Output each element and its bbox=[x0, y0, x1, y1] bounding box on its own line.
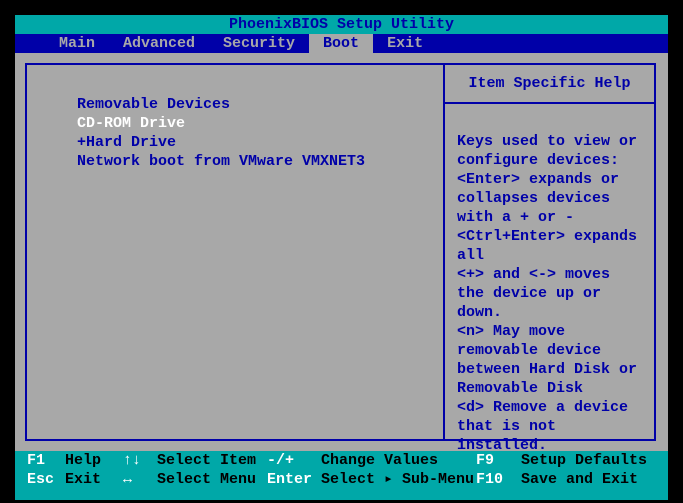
boot-label: Network boot from VMware VMXNET3 bbox=[77, 153, 365, 170]
label-help: Help bbox=[65, 451, 123, 470]
label-save-exit: Save and Exit bbox=[521, 470, 638, 489]
boot-prefix: + bbox=[77, 134, 86, 151]
bios-frame: PhoenixBIOS Setup Utility Main Advanced … bbox=[15, 15, 668, 500]
label-exit: Exit bbox=[65, 470, 123, 489]
footer-row-1: F1Help ↑↓Select Item -/+Change Values F9… bbox=[27, 451, 656, 470]
menu-boot[interactable]: Boot bbox=[309, 34, 373, 53]
help-panel: Item Specific Help Keys used to view or … bbox=[445, 63, 656, 441]
menu-security[interactable]: Security bbox=[209, 34, 309, 53]
help-header: Item Specific Help bbox=[445, 65, 654, 104]
key-minusplus: -/+ bbox=[267, 451, 321, 470]
key-updown: ↑↓ bbox=[123, 451, 157, 470]
label-setup-defaults: Setup Defaults bbox=[521, 451, 647, 470]
key-leftright: ↔ bbox=[123, 470, 157, 489]
boot-item-harddrive[interactable]: +Hard Drive bbox=[77, 133, 433, 152]
label-select-submenu: Select ▸ Sub-Menu bbox=[321, 470, 476, 489]
label-select-menu: Select Menu bbox=[157, 470, 267, 489]
footer-row-2: EscExit ↔Select Menu EnterSelect ▸ Sub-M… bbox=[27, 470, 656, 489]
key-f9: F9 bbox=[476, 451, 521, 470]
label-change-values: Change Values bbox=[321, 451, 476, 470]
boot-item-cdrom[interactable]: CD-ROM Drive bbox=[77, 114, 433, 133]
boot-item-removable[interactable]: Removable Devices bbox=[77, 95, 433, 114]
content-area: Removable Devices CD-ROM Drive +Hard Dri… bbox=[15, 53, 668, 451]
boot-order-panel: Removable Devices CD-ROM Drive +Hard Dri… bbox=[25, 63, 445, 441]
boot-item-network[interactable]: Network boot from VMware VMXNET3 bbox=[77, 152, 433, 171]
key-esc: Esc bbox=[27, 470, 65, 489]
boot-label: Removable Devices bbox=[77, 96, 230, 113]
key-f10: F10 bbox=[476, 470, 521, 489]
menu-exit[interactable]: Exit bbox=[373, 34, 437, 53]
key-f1: F1 bbox=[27, 451, 65, 470]
title-bar: PhoenixBIOS Setup Utility bbox=[15, 15, 668, 34]
label-select-item: Select Item bbox=[157, 451, 267, 470]
footer-bar: F1Help ↑↓Select Item -/+Change Values F9… bbox=[15, 451, 668, 489]
menu-main[interactable]: Main bbox=[45, 34, 109, 53]
menu-advanced[interactable]: Advanced bbox=[109, 34, 209, 53]
menu-bar: Main Advanced Security Boot Exit bbox=[15, 34, 668, 53]
key-enter: Enter bbox=[267, 470, 321, 489]
boot-label: CD-ROM Drive bbox=[77, 115, 185, 132]
help-body: Keys used to view or configure devices:<… bbox=[445, 104, 654, 465]
boot-label: Hard Drive bbox=[86, 134, 176, 151]
